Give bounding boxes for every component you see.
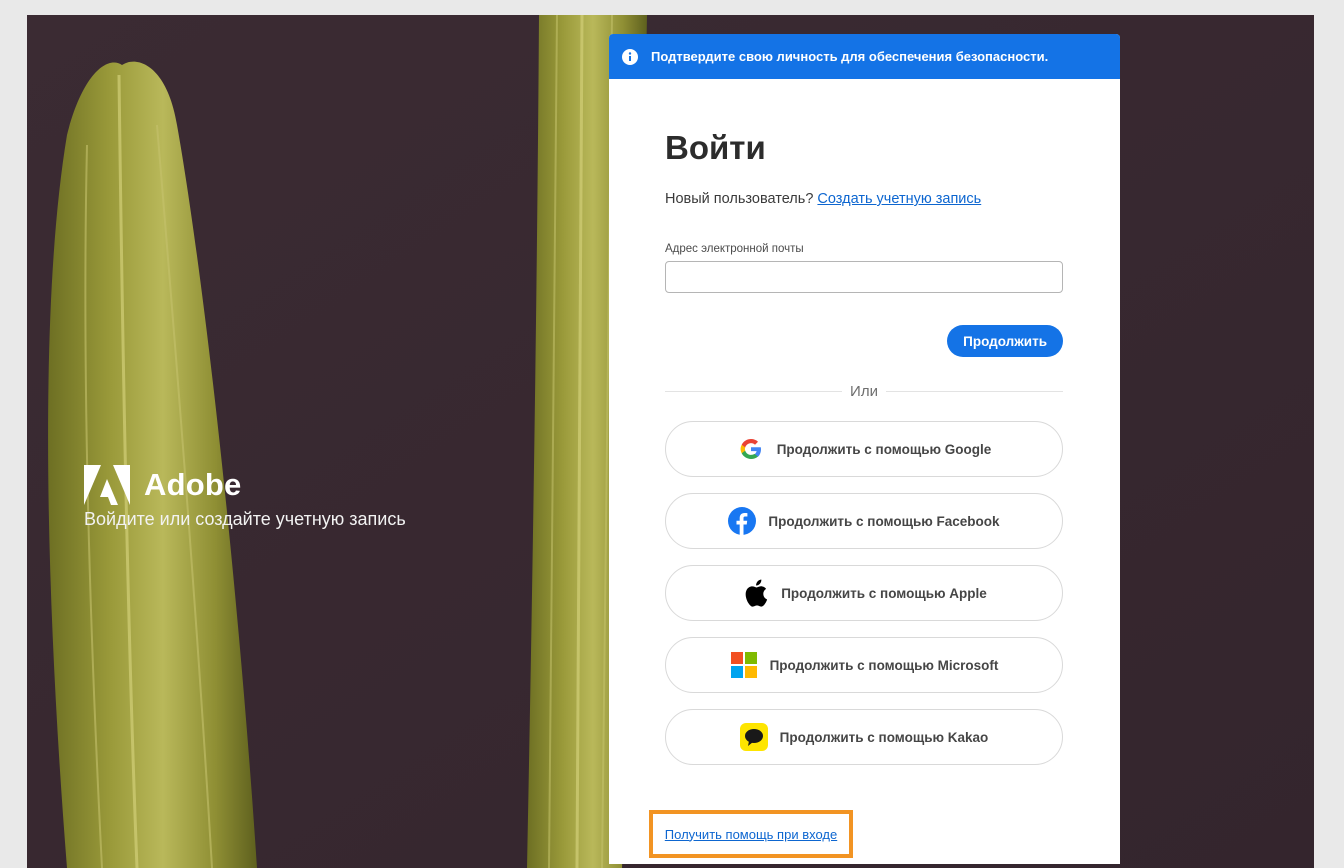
apple-signin-label: Продолжить с помощью Apple [781,585,987,601]
new-user-line: Новый пользователь? Создать учетную запи… [665,191,1064,207]
or-label: Или [850,382,878,400]
signin-card: Подтвердите свою личность для обеспечени… [609,34,1120,864]
adobe-logo-icon [84,465,130,505]
signin-help-link[interactable]: Получить помощь при входе [665,827,837,842]
microsoft-icon [730,651,758,679]
create-account-link[interactable]: Создать учетную запись [817,191,981,207]
apple-signin-button[interactable]: Продолжить с помощью Apple [665,565,1063,621]
brand-tagline: Войдите или создайте учетную запись [84,509,406,529]
security-banner: Подтвердите свою личность для обеспечени… [609,34,1120,79]
banner-text: Подтвердите свою личность для обеспечени… [651,49,1049,64]
kakao-icon [739,723,768,751]
info-icon [622,48,638,65]
help-link-highlight: Получить помощь при входе [649,810,853,858]
page-title: Войти [665,129,766,166]
google-signin-button[interactable]: Продолжить с помощью Google [665,421,1063,477]
social-signin-list: Продолжить с помощью Google Продолжить с… [665,421,1063,765]
email-field[interactable] [665,261,1063,293]
apple-icon [741,579,769,607]
or-divider: Или [665,381,1063,401]
microsoft-signin-label: Продолжить с помощью Microsoft [769,657,999,673]
microsoft-signin-button[interactable]: Продолжить с помощью Microsoft [665,637,1063,693]
facebook-signin-button[interactable]: Продолжить с помощью Facebook [665,493,1063,549]
kakao-signin-label: Продолжить с помощью Kakao [779,729,989,745]
facebook-signin-label: Продолжить с помощью Facebook [768,513,1000,529]
kakao-signin-button[interactable]: Продолжить с помощью Kakao [665,709,1063,765]
continue-button[interactable]: Продолжить [947,325,1063,357]
new-user-text: Новый пользователь? [665,191,814,207]
brand-block: Adobe Войдите или создайте учетную запис… [84,465,406,530]
brand-name: Adobe [144,467,242,502]
google-icon [737,435,765,463]
facebook-icon [728,507,757,535]
google-signin-label: Продолжить с помощью Google [776,441,992,457]
email-label: Адрес электронной почты [665,243,804,255]
